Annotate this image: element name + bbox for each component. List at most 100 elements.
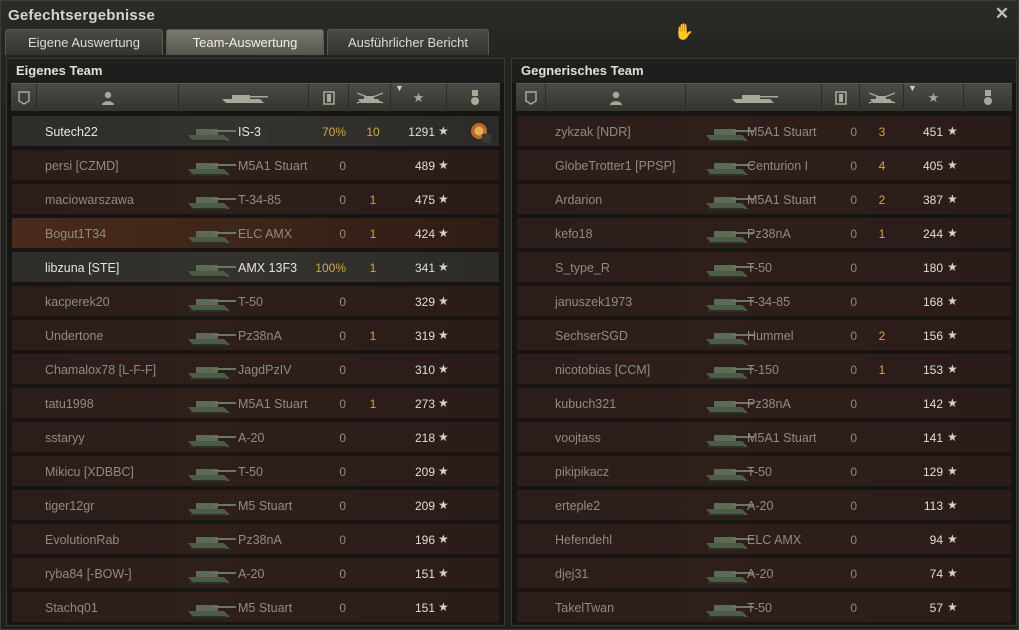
player-row[interactable]: libzuna [STE] AMX 13F3 100% 1 341 ★ <box>11 251 500 283</box>
player-name: tiger12gr <box>45 499 95 513</box>
damage-column-icon[interactable] <box>309 84 349 112</box>
player-row[interactable]: erteple2 A-20 0 113 ★ <box>516 489 1012 521</box>
medal-icon[interactable] <box>468 120 492 144</box>
player-row[interactable]: GlobeTrotter1 [PPSP] Centurion I 0 4 405 ★ <box>516 149 1012 181</box>
player-row[interactable]: pikipikacz T-50 0 129 ★ <box>516 455 1012 487</box>
player-row[interactable]: Bogut1T34 ELC AMX 0 1 424 ★ <box>11 217 500 249</box>
player-row[interactable]: voojtass M5A1 Stuart 0 141 ★ <box>516 421 1012 453</box>
medal-column-icon[interactable] <box>964 84 1012 112</box>
star-icon: ★ <box>438 362 449 376</box>
player-row[interactable]: ryba84 [-BOW-] A-20 0 151 ★ <box>11 557 500 589</box>
player-row[interactable]: S_type_R T-50 0 180 ★ <box>516 251 1012 283</box>
kills-column-icon[interactable] <box>860 84 904 112</box>
player-row[interactable]: sstaryy A-20 0 218 ★ <box>11 421 500 453</box>
player-name: nicotobias [CCM] <box>555 363 651 377</box>
player-name: kefo18 <box>555 227 593 241</box>
player-row[interactable]: kubuch321 Pz38nA 0 142 ★ <box>516 387 1012 419</box>
tank-icon <box>184 425 238 451</box>
player-row[interactable]: Ardarion M5A1 Stuart 0 2 387 ★ <box>516 183 1012 215</box>
tab-team-evaluation[interactable]: Team-Auswertung <box>166 29 324 55</box>
player-row[interactable]: SechserSGD Hummel 0 2 156 ★ <box>516 319 1012 351</box>
squad-column-icon[interactable] <box>11 84 37 112</box>
tank-name: M5 Stuart <box>238 499 293 513</box>
kills-value: 3 <box>878 125 886 139</box>
player-row[interactable]: Sutech22 IS-3 70% 10 1291 ★ <box>11 115 500 147</box>
player-name: sstaryy <box>45 431 85 445</box>
damage-column-icon[interactable] <box>822 84 860 112</box>
xp-value: 57 <box>929 601 943 615</box>
player-row[interactable]: TakelTwan T-50 0 57 ★ <box>516 591 1012 623</box>
player-name: voojtass <box>555 431 601 445</box>
xp-column-star-icon[interactable]: ▼ ★ <box>904 83 964 112</box>
battle-results-window: Gefechtsergebnisse ✕ ✋ Eigene Auswertung… <box>0 0 1019 630</box>
player-row[interactable]: tatu1998 M5A1 Stuart 0 1 273 ★ <box>11 387 500 419</box>
tank-name: T-50 <box>747 601 773 615</box>
damage-value: 0 <box>339 363 346 377</box>
kills-column-icon[interactable] <box>349 84 391 112</box>
kills-value: 2 <box>878 193 886 207</box>
damage-value: 0 <box>339 465 346 479</box>
kills-value: 2 <box>878 329 886 343</box>
close-icon[interactable]: ✕ <box>992 4 1012 24</box>
hand-cursor-icon: ✋ <box>674 24 694 41</box>
star-icon: ★ <box>947 532 958 546</box>
player-row[interactable]: nicotobias [CCM] T-150 0 1 153 ★ <box>516 353 1012 385</box>
tank-icon <box>184 255 238 281</box>
kills-value: 4 <box>878 159 886 173</box>
damage-value: 0 <box>850 261 857 275</box>
xp-value: 451 <box>922 125 943 139</box>
squad-column-icon[interactable] <box>516 84 546 112</box>
player-row[interactable]: persi [CZMD] M5A1 Stuart 0 489 ★ <box>11 149 500 181</box>
player-name: januszek1973 <box>555 295 633 309</box>
player-row[interactable]: tiger12gr M5 Stuart 0 209 ★ <box>11 489 500 521</box>
damage-value: 0 <box>850 329 857 343</box>
tank-column-icon[interactable] <box>686 84 822 112</box>
player-name: S_type_R <box>555 261 610 275</box>
xp-value: 329 <box>414 295 435 309</box>
player-column-icon[interactable] <box>546 84 686 112</box>
player-row[interactable]: Mikicu [XDBBC] T-50 0 209 ★ <box>11 455 500 487</box>
tank-name: M5A1 Stuart <box>238 397 308 411</box>
player-name: Stachq01 <box>45 601 98 615</box>
star-icon: ★ <box>438 226 449 240</box>
player-name: ryba84 [-BOW-] <box>45 567 132 581</box>
player-row[interactable]: maciowarszawa T-34-85 0 1 475 ★ <box>11 183 500 215</box>
player-row[interactable]: EvolutionRab Pz38nA 0 196 ★ <box>11 523 500 555</box>
xp-value: 151 <box>414 567 435 581</box>
damage-value: 0 <box>339 397 346 411</box>
kills-value: 1 <box>369 193 377 207</box>
player-row[interactable]: januszek1973 T-34-85 0 168 ★ <box>516 285 1012 317</box>
damage-value: 0 <box>850 431 857 445</box>
star-icon: ★ <box>947 158 958 172</box>
tank-name: Pz38nA <box>747 397 791 411</box>
player-row[interactable]: Chamalox78 [L-F-F] JagdPzIV 0 310 ★ <box>11 353 500 385</box>
xp-value: 319 <box>414 329 435 343</box>
tank-column-icon[interactable] <box>179 84 309 112</box>
tab-own-evaluation[interactable]: Eigene Auswertung <box>5 29 163 55</box>
tank-name: A-20 <box>238 567 265 581</box>
xp-value: 387 <box>922 193 943 207</box>
player-name: GlobeTrotter1 [PPSP] <box>555 159 676 173</box>
player-row[interactable]: zykzak [NDR] M5A1 Stuart 0 3 451 ★ <box>516 115 1012 147</box>
player-row[interactable]: Undertone Pz38nA 0 1 319 ★ <box>11 319 500 351</box>
player-row[interactable]: Hefendehl ELC AMX 0 94 ★ <box>516 523 1012 555</box>
player-column-icon[interactable] <box>37 84 179 112</box>
tab-detailed-report[interactable]: Ausführlicher Bericht <box>327 29 489 55</box>
damage-value: 0 <box>339 295 346 309</box>
xp-value: 94 <box>929 533 943 547</box>
medal-column-icon[interactable] <box>447 84 502 112</box>
star-icon: ★ <box>438 498 449 512</box>
enemy-team-panel: Gegnerisches Team ▼ ★ zykzak [NDR] M5A1 … <box>511 58 1017 626</box>
xp-column-star-icon[interactable]: ▼ ★ <box>391 83 447 112</box>
star-icon: ★ <box>947 294 958 308</box>
player-row[interactable]: kacperek20 T-50 0 329 ★ <box>11 285 500 317</box>
player-row[interactable]: Stachq01 M5 Stuart 0 151 ★ <box>11 591 500 623</box>
player-name: SechserSGD <box>555 329 628 343</box>
damage-value: 0 <box>339 159 346 173</box>
player-row[interactable]: djej31 A-20 0 74 ★ <box>516 557 1012 589</box>
player-row[interactable]: kefo18 Pz38nA 0 1 244 ★ <box>516 217 1012 249</box>
xp-value: 180 <box>922 261 943 275</box>
damage-value: 0 <box>850 397 857 411</box>
sort-arrow-icon: ▼ <box>908 83 917 93</box>
own-team-panel: Eigenes Team ▼ ★ Sutech22 IS-3 70% 10 12… <box>6 58 505 626</box>
